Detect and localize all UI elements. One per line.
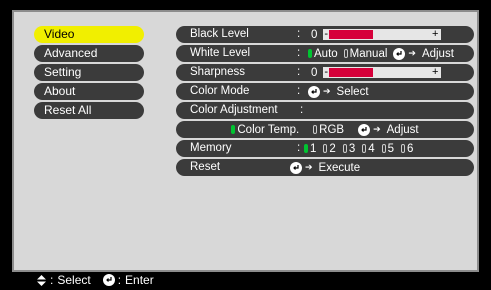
menu-item-reset-all[interactable]: Reset All <box>34 102 144 119</box>
menu-item-about[interactable]: About <box>34 83 144 100</box>
white-level-adjust-label: Adjust <box>421 47 454 60</box>
radio-off-icon <box>381 144 386 153</box>
reset-row[interactable]: Reset ➔ Execute <box>176 159 474 176</box>
memory-slot-label: 4 <box>368 142 375 155</box>
color-temp-option[interactable]: Color Temp. <box>231 124 299 136</box>
black-level-slider[interactable]: - + <box>323 28 442 40</box>
enter-button-icon <box>393 47 406 60</box>
color-adjustment-sub-row[interactable]: Color Temp. RGB ➔ Adjust <box>176 121 474 138</box>
sharpness-slider[interactable]: - + <box>323 66 442 78</box>
sharpness-row[interactable]: Sharpness : 0 - + <box>176 64 474 81</box>
menu-item-advanced[interactable]: Advanced <box>34 45 144 62</box>
enter-button-icon <box>308 85 320 98</box>
color-mode-select-label: Select <box>336 85 369 98</box>
memory-slot-3[interactable]: 3 <box>342 142 356 155</box>
memory-slot-label: 2 <box>329 142 336 155</box>
memory-slot-6[interactable]: 6 <box>401 143 413 155</box>
radio-on-icon <box>304 144 308 153</box>
white-level-auto-option[interactable]: Auto <box>308 48 338 60</box>
black-level-label: Black Level <box>190 28 249 40</box>
footer-select-label: Select <box>57 273 91 287</box>
menu-screen: Video Advanced Setting About Reset All B… <box>12 10 479 272</box>
sharpness-minus: - <box>324 66 329 78</box>
memory-slot-label: 1 <box>310 142 317 155</box>
black-level-value: 0 <box>311 28 318 41</box>
color-adjustment-label: Color Adjustment <box>190 104 278 116</box>
color-adjustment-colon: : <box>300 104 304 116</box>
color-temp-label: Color Temp. <box>237 123 300 136</box>
radio-off-icon <box>313 125 318 134</box>
memory-slot-4[interactable]: 4 <box>362 142 375 155</box>
memory-label: Memory <box>190 142 232 154</box>
rgb-option[interactable]: RGB <box>313 124 344 136</box>
memory-slot-label: 6 <box>407 142 414 155</box>
memory-colon: : <box>297 142 301 154</box>
black-level-minus: - <box>324 28 329 40</box>
radio-on-icon <box>231 125 236 134</box>
color-adjustment-row[interactable]: Color Adjustment : <box>176 102 474 119</box>
radio-on-icon <box>308 49 312 58</box>
radio-off-icon <box>323 144 328 153</box>
white-level-manual-label: Manual <box>349 47 388 60</box>
white-level-label: White Level <box>190 47 251 59</box>
black-level-fill <box>329 30 374 39</box>
sharpness-value: 0 <box>311 66 318 79</box>
black-level-plus: + <box>431 28 439 40</box>
enter-button-icon <box>102 274 115 286</box>
menu-item-setting[interactable]: Setting <box>34 64 144 81</box>
white-level-row[interactable]: White Level : Auto Manual ➔ Adjust <box>176 45 474 62</box>
main-menu: Video Advanced Setting About Reset All <box>34 26 144 121</box>
enter-button-icon <box>290 161 302 174</box>
sharpness-fill <box>329 68 374 77</box>
reset-execute-label: Execute <box>318 161 361 174</box>
black-level-colon: : <box>297 28 301 40</box>
footer-colon: : <box>117 273 122 287</box>
memory-slot-5[interactable]: 5 <box>381 142 395 155</box>
arrow-right-icon: ➔ <box>323 86 331 96</box>
memory-row[interactable]: Memory : 1 2 3 4 5 6 <box>176 140 474 157</box>
rgb-label: RGB <box>319 123 345 136</box>
sharpness-colon: : <box>297 66 301 78</box>
menu-item-video[interactable]: Video <box>34 26 144 43</box>
memory-slot-label: 3 <box>348 142 356 155</box>
arrow-right-icon: ➔ <box>305 162 313 172</box>
radio-off-icon <box>342 144 347 153</box>
reset-label: Reset <box>190 161 221 173</box>
memory-slot-label: 5 <box>387 142 395 155</box>
sharpness-plus: + <box>431 66 439 78</box>
footer-enter-label: Enter <box>125 273 154 287</box>
footer-help: : Select : Enter <box>0 270 491 290</box>
color-adjust-label: Adjust <box>386 123 419 136</box>
radio-off-icon <box>362 144 367 153</box>
arrow-right-icon: ➔ <box>408 48 416 58</box>
video-settings-panel: Black Level : 0 - + White Level : Auto M… <box>176 26 474 178</box>
black-level-row[interactable]: Black Level : 0 - + <box>176 26 474 43</box>
white-level-colon: : <box>297 47 301 59</box>
memory-slot-1[interactable]: 1 <box>304 143 316 155</box>
up-down-arrows-icon <box>36 274 47 286</box>
enter-button-icon <box>358 123 371 136</box>
radio-off-icon <box>401 144 406 153</box>
memory-slot-2[interactable]: 2 <box>323 142 336 155</box>
white-level-manual-option[interactable]: Manual <box>343 47 388 60</box>
color-mode-row[interactable]: Color Mode : ➔ Select <box>176 83 474 100</box>
arrow-right-icon: ➔ <box>373 124 381 134</box>
color-mode-colon: : <box>297 85 301 97</box>
footer-colon: : <box>50 273 54 287</box>
sharpness-label: Sharpness <box>190 66 245 78</box>
color-mode-label: Color Mode <box>190 85 250 97</box>
radio-off-icon <box>343 49 348 58</box>
white-level-auto-label: Auto <box>314 47 338 60</box>
